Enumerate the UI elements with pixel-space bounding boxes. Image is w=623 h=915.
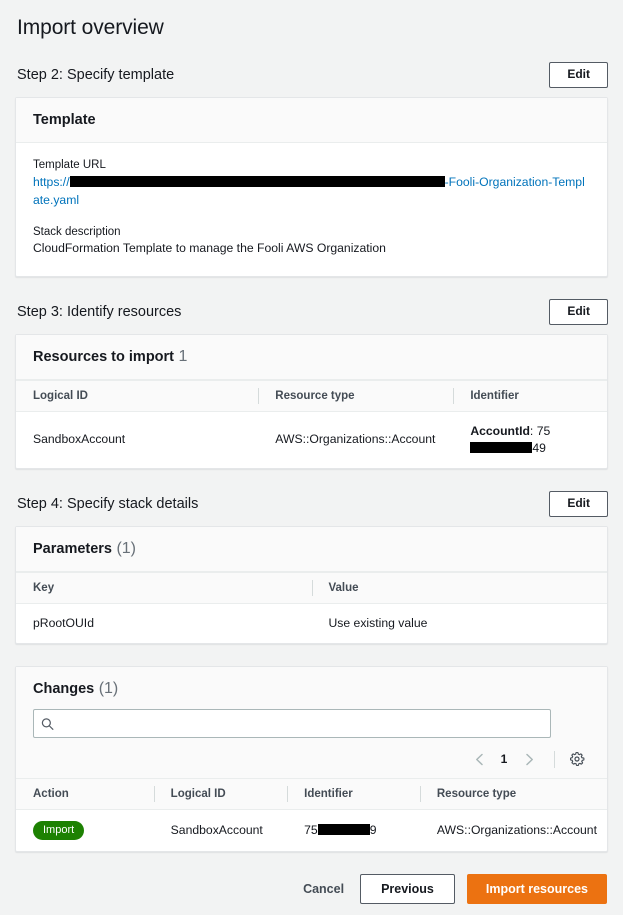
table-row: Import SandboxAccount 75 9 AWS::Organizat… <box>16 810 607 852</box>
cell-action: Import <box>16 810 154 852</box>
import-overview-page: Import overview Step 2: Specify template… <box>0 0 623 915</box>
step-3-title: Step 3: Identify resources <box>17 303 182 320</box>
column-header-resource-type: Resource type <box>258 379 454 412</box>
parameters-card-count: (1) <box>116 539 137 557</box>
template-card: Template Template URL https://-Fooli-Org… <box>15 97 608 277</box>
chevron-left-icon <box>475 753 483 765</box>
cell-logical-id: SandboxAccount <box>170 823 263 838</box>
column-header-identifier: Identifier <box>287 778 420 811</box>
resources-table-header-row: Logical ID Resource type Identifier <box>16 379 607 412</box>
import-resources-button[interactable]: Import resources <box>466 874 607 905</box>
changes-table: Action Logical ID Identifier Resource ty… <box>16 778 607 851</box>
step-2-title: Step 2: Specify template <box>17 67 175 83</box>
changes-card-header: Changes (1) 1 <box>16 667 607 779</box>
cell-parameter-value: Use existing value <box>328 615 428 630</box>
identifier-suffix: 49 <box>532 440 546 455</box>
pagination-next-button[interactable] <box>516 747 542 771</box>
cell-logical-id: SandboxAccount <box>33 432 126 447</box>
column-header-key: Key <box>16 571 312 604</box>
template-url-link[interactable]: https://-Fooli-Organization-Template.yam… <box>33 175 585 207</box>
changes-title-row: Changes (1) <box>33 680 590 698</box>
identifier-redaction <box>317 824 370 836</box>
template-card-title: Template <box>33 112 96 128</box>
template-url-label: Template URL <box>33 159 106 171</box>
cell-identifier: AccountId: 7549 <box>470 423 551 455</box>
changes-table-header-row: Action Logical ID Identifier Resource ty… <box>16 778 607 811</box>
resources-card-count: 1 <box>178 347 188 365</box>
cell-resource-type: AWS::Organizations::Account <box>436 823 597 838</box>
column-header-resource-type: Resource type <box>419 778 607 811</box>
changes-search-wrapper <box>33 709 551 739</box>
pagination-page-1[interactable]: 1 <box>494 752 514 766</box>
parameters-card-header: Parameters (1) <box>16 526 607 572</box>
gear-icon <box>570 752 585 767</box>
template-url-redaction <box>69 176 445 187</box>
step-3-header: Step 3: Identify resources Edit <box>15 298 608 325</box>
chevron-right-icon <box>525 753 533 765</box>
previous-button[interactable]: Previous <box>360 874 455 905</box>
parameters-table-header-row: Key Value <box>16 571 607 604</box>
stack-description-value: CloudFormation Template to manage the Fo… <box>33 241 386 256</box>
status-badge: Import <box>33 821 85 841</box>
edit-step-2-button[interactable]: Edit <box>549 62 608 88</box>
template-card-header: Template <box>16 98 607 143</box>
cell-resource-type: AWS::Organizations::Account <box>275 432 436 447</box>
identifier-redaction <box>470 441 533 453</box>
step-2-header: Step 2: Specify template Edit <box>15 62 608 88</box>
table-preferences-button[interactable] <box>566 748 588 770</box>
resources-to-import-card: Resources to import 1 Logical ID Resourc… <box>15 333 608 469</box>
column-header-value: Value <box>311 571 607 604</box>
edit-step-3-button[interactable]: Edit <box>549 298 608 325</box>
resources-table: Logical ID Resource type Identifier Sand… <box>16 379 607 468</box>
cell-identifier: 75 9 <box>287 810 420 852</box>
identifier-prefix: 75 <box>304 823 318 838</box>
changes-search-input[interactable] <box>33 709 551 739</box>
parameters-table: Key Value pRootOUId Use existing value <box>16 571 607 643</box>
column-header-logical-id: Logical ID <box>153 778 288 811</box>
resources-card-title: Resources to import <box>33 348 174 365</box>
cell-parameter-key: pRootOUId <box>33 615 94 630</box>
step-4-title: Step 4: Specify stack details <box>17 495 199 512</box>
stack-description-field: Stack description CloudFormation Templat… <box>33 226 590 258</box>
step-4-header: Step 4: Specify stack details Edit <box>15 491 608 517</box>
column-header-logical-id: Logical ID <box>16 379 259 412</box>
column-header-action: Action <box>16 778 154 811</box>
footer-actions: Cancel Previous Import resources <box>15 874 608 905</box>
pagination-divider <box>554 750 555 768</box>
table-row: SandboxAccount AWS::Organizations::Accou… <box>16 411 607 468</box>
identifier-key: AccountId <box>470 423 530 438</box>
edit-step-4-button[interactable]: Edit <box>549 491 608 517</box>
identifier-prefix: 75 <box>536 423 551 438</box>
cancel-button[interactable]: Cancel <box>299 875 348 903</box>
template-url-prefix: https:// <box>33 175 70 189</box>
parameters-card-title: Parameters <box>33 540 112 557</box>
changes-card: Changes (1) 1 Action Logical ID Identifi… <box>15 666 608 853</box>
identifier-suffix: 9 <box>369 823 377 838</box>
page-title: Import overview <box>17 16 164 39</box>
template-url-field: Template URL https://-Fooli-Organization… <box>33 159 590 209</box>
table-row: pRootOUId Use existing value <box>16 603 607 643</box>
pagination-previous-button[interactable] <box>466 747 492 771</box>
template-card-body: Template URL https://-Fooli-Organization… <box>16 143 607 276</box>
stack-description-label: Stack description <box>33 226 121 239</box>
changes-pagination: 1 <box>33 738 590 778</box>
resources-card-header: Resources to import 1 <box>16 334 607 380</box>
parameters-card: Parameters (1) Key Value pRootOUId Use e… <box>15 525 608 645</box>
changes-card-title: Changes <box>33 681 95 698</box>
column-header-identifier: Identifier <box>453 379 607 412</box>
changes-card-count: (1) <box>98 680 119 698</box>
